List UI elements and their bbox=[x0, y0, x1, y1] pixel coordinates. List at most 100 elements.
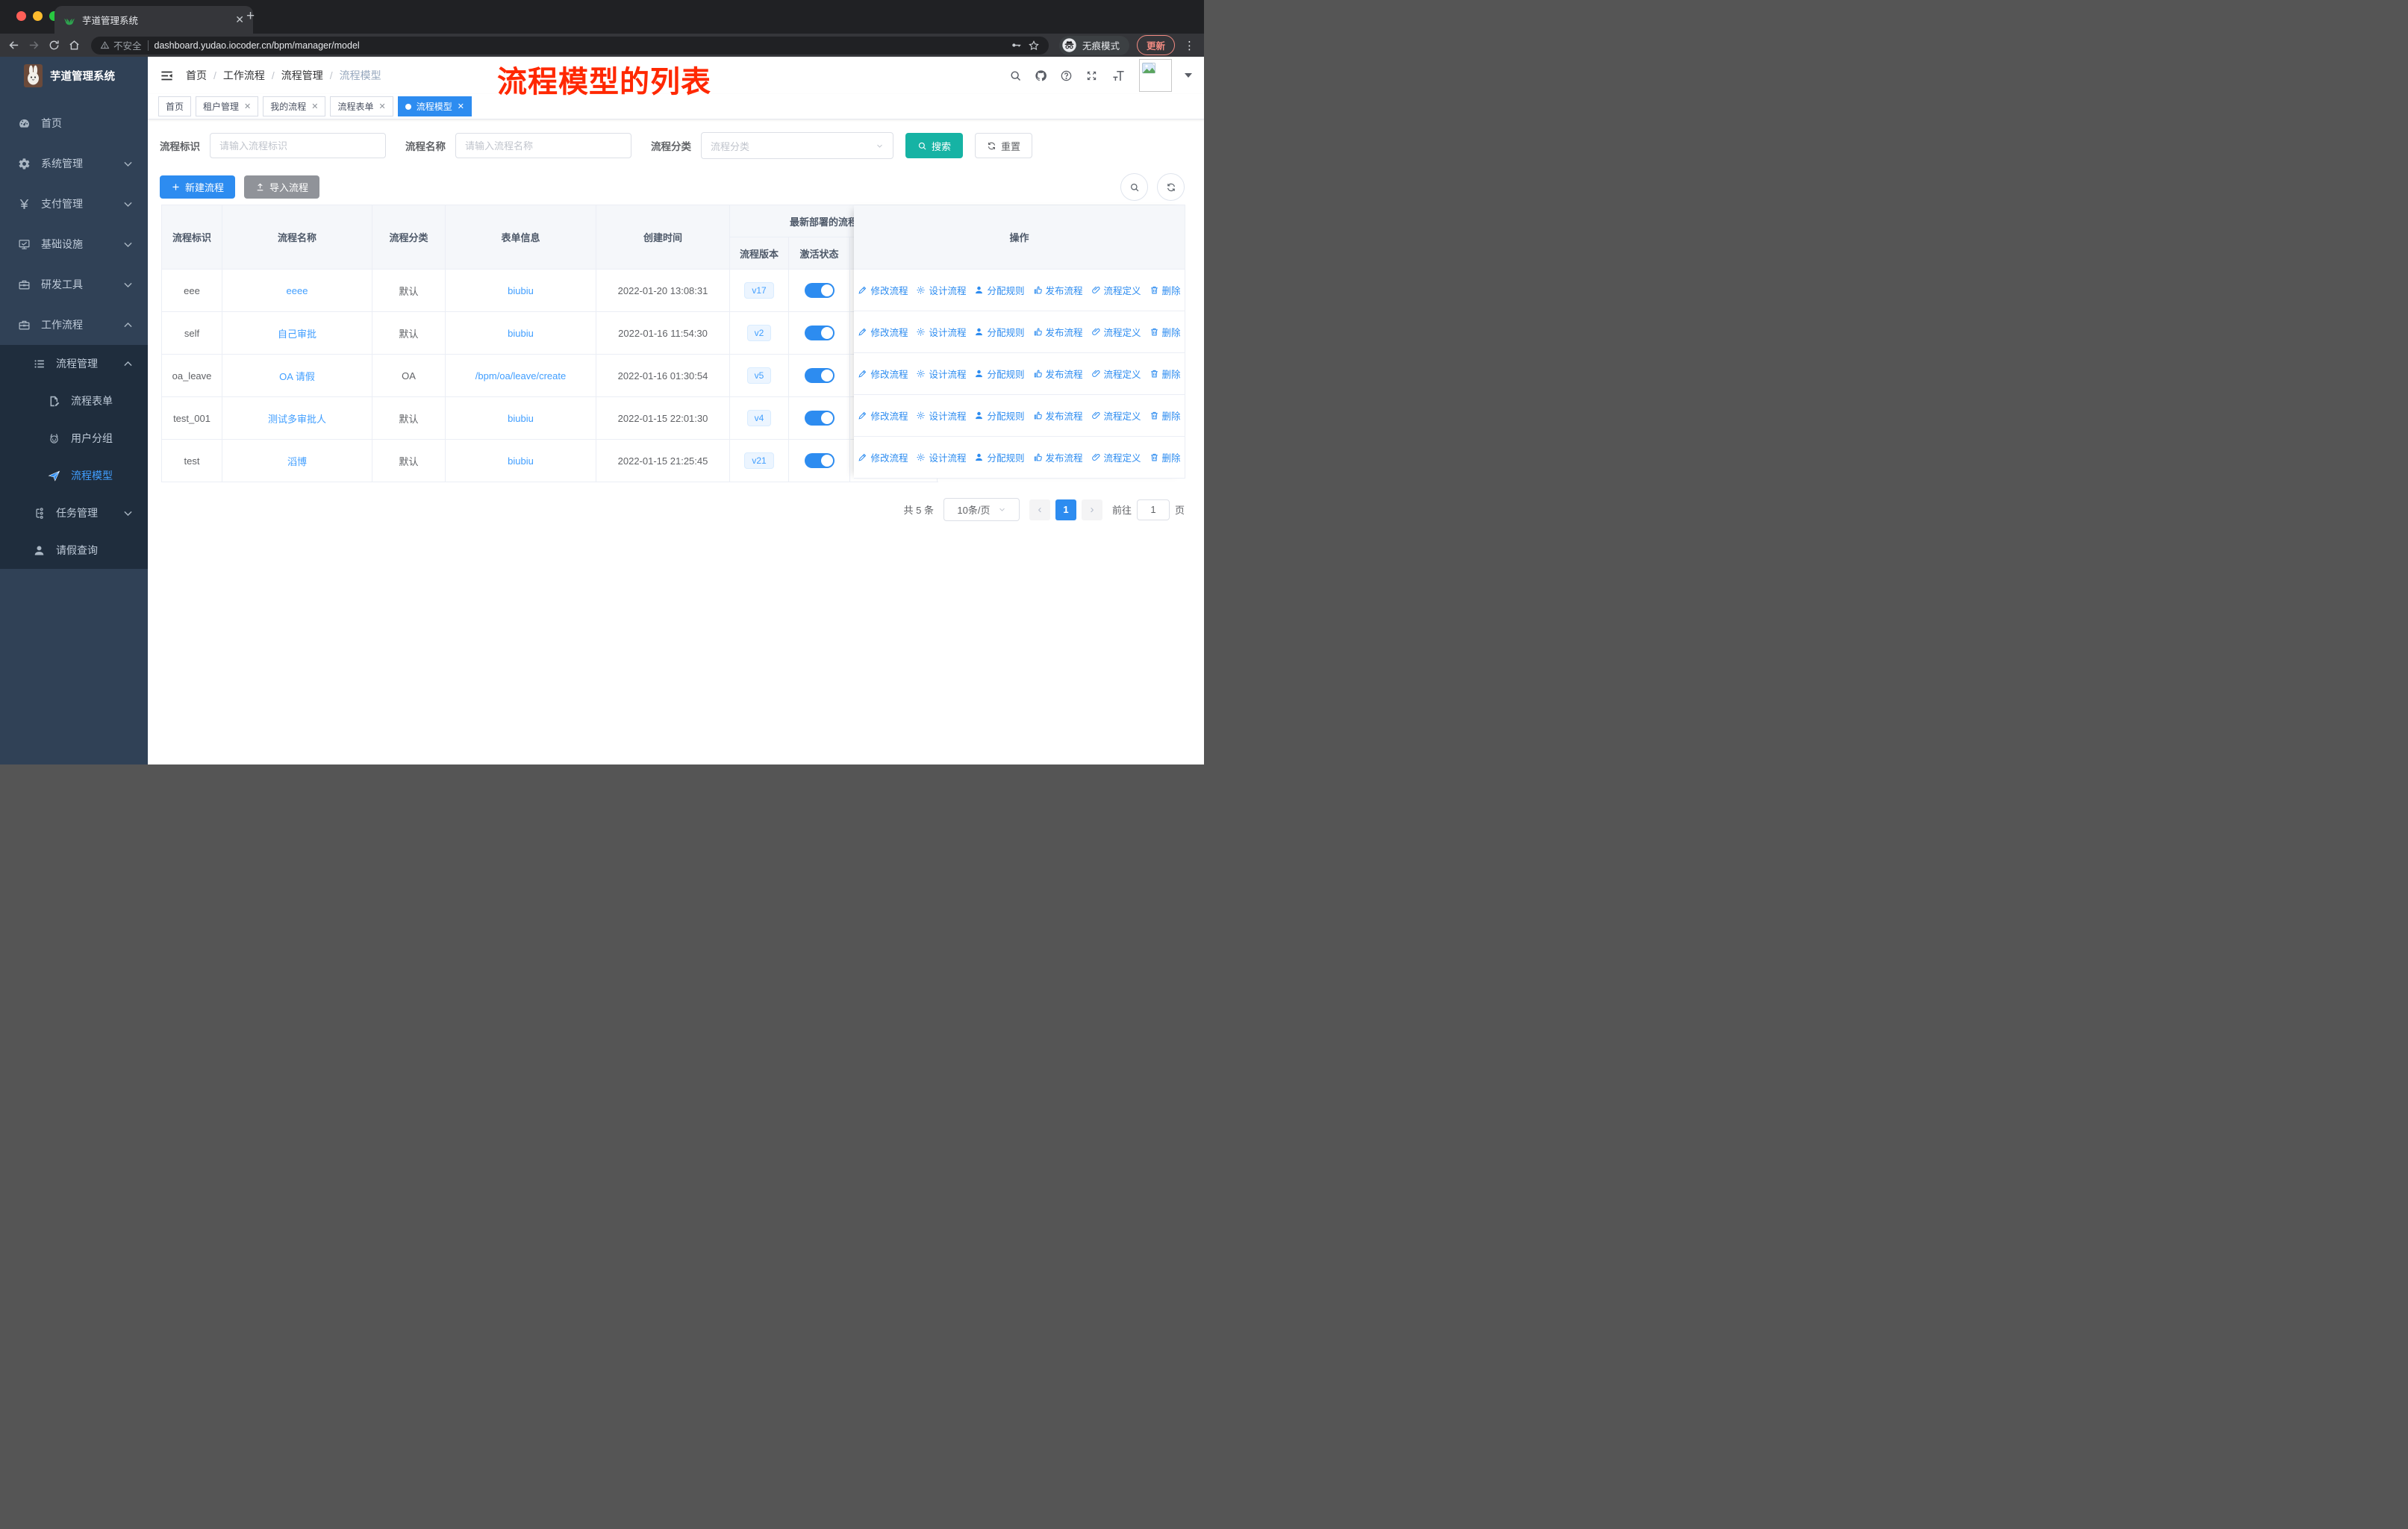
search-icon[interactable] bbox=[1009, 69, 1022, 82]
key-icon[interactable] bbox=[1011, 40, 1022, 51]
logo-row[interactable]: 芋道管理系统 bbox=[0, 57, 148, 94]
filter-key-input[interactable] bbox=[210, 133, 386, 158]
github-icon[interactable] bbox=[1035, 69, 1047, 82]
action-design-gear-link[interactable]: 设计流程 bbox=[916, 325, 966, 339]
page-size-select[interactable]: 10条/页 bbox=[943, 498, 1020, 521]
process-name-link[interactable]: 自己审批 bbox=[278, 326, 316, 340]
tag-4[interactable]: 流程模型 ✕ bbox=[397, 96, 472, 116]
sidebar-item-9[interactable]: 流程模型 bbox=[0, 457, 148, 494]
sidebar-item-0[interactable]: 首页 bbox=[0, 103, 148, 143]
active-status-toggle[interactable] bbox=[804, 368, 835, 383]
window-controls[interactable] bbox=[16, 11, 59, 21]
action-pen-link[interactable]: 修改流程 bbox=[858, 450, 908, 464]
sidebar-item-11[interactable]: 请假查询 bbox=[0, 532, 148, 569]
process-name-link[interactable]: OA 请假 bbox=[279, 369, 315, 383]
tab-close-icon[interactable]: ✕ bbox=[235, 13, 244, 26]
form-info-link[interactable]: biubiu bbox=[508, 455, 534, 467]
process-name-link[interactable]: eeee bbox=[287, 285, 308, 296]
form-info-link[interactable]: /bpm/oa/leave/create bbox=[475, 370, 566, 382]
fullscreen-icon[interactable] bbox=[1085, 69, 1098, 82]
form-info-link[interactable]: biubiu bbox=[508, 328, 534, 339]
tag-close-icon[interactable]: ✕ bbox=[311, 102, 318, 111]
reload-icon[interactable] bbox=[48, 39, 60, 52]
sidebar-item-10[interactable]: 任务管理 bbox=[0, 494, 148, 532]
bookmark-star-icon[interactable] bbox=[1028, 40, 1040, 52]
action-assign-user-link[interactable]: 分配规则 bbox=[974, 283, 1025, 297]
caret-down-icon[interactable] bbox=[1185, 73, 1192, 81]
process-name-link[interactable]: 测试多审批人 bbox=[268, 411, 326, 426]
forward-icon[interactable] bbox=[28, 39, 40, 52]
action-definition-link-link[interactable]: 流程定义 bbox=[1091, 325, 1141, 339]
action-definition-link-link[interactable]: 流程定义 bbox=[1091, 408, 1141, 423]
action-assign-user-link[interactable]: 分配规则 bbox=[974, 325, 1025, 339]
action-definition-link-link[interactable]: 流程定义 bbox=[1091, 283, 1141, 297]
action-pen-link[interactable]: 修改流程 bbox=[858, 408, 908, 423]
category-select[interactable]: 流程分类 bbox=[701, 132, 893, 159]
action-assign-user-link[interactable]: 分配规则 bbox=[974, 367, 1025, 381]
filter-name-input[interactable] bbox=[455, 133, 631, 158]
form-info-link[interactable]: biubiu bbox=[508, 285, 534, 296]
tag-1[interactable]: 租户管理 ✕ bbox=[196, 96, 259, 116]
action-publish-thumb-link[interactable]: 发布流程 bbox=[1033, 367, 1083, 381]
tag-close-icon[interactable]: ✕ bbox=[244, 102, 251, 111]
active-status-toggle[interactable] bbox=[804, 411, 835, 426]
help-icon[interactable] bbox=[1060, 69, 1073, 82]
action-definition-link-link[interactable]: 流程定义 bbox=[1091, 450, 1141, 464]
action-design-gear-link[interactable]: 设计流程 bbox=[916, 283, 966, 297]
process-name-link[interactable]: 滔博 bbox=[287, 454, 307, 468]
back-icon[interactable] bbox=[7, 39, 20, 52]
toggle-search-button[interactable] bbox=[1120, 173, 1148, 201]
action-pen-link[interactable]: 修改流程 bbox=[858, 367, 908, 381]
tag-close-icon[interactable]: ✕ bbox=[458, 102, 464, 111]
action-design-gear-link[interactable]: 设计流程 bbox=[916, 367, 966, 381]
sidebar-item-5[interactable]: 工作流程 bbox=[0, 305, 148, 345]
action-pen-link[interactable]: 修改流程 bbox=[858, 283, 908, 297]
form-info-link[interactable]: biubiu bbox=[508, 413, 534, 424]
sidebar-item-3[interactable]: 基础设施 bbox=[0, 224, 148, 264]
avatar[interactable] bbox=[1139, 59, 1172, 92]
font-size-icon[interactable] bbox=[1111, 69, 1126, 82]
sidebar-item-7[interactable]: 流程表单 bbox=[0, 382, 148, 420]
address-bar[interactable]: 不安全 dashboard.yudao.iocoder.cn/bpm/manag… bbox=[91, 36, 1049, 55]
browser-tab[interactable]: 芋道管理系统 ✕ bbox=[54, 6, 253, 34]
action-pen-link[interactable]: 修改流程 bbox=[858, 325, 908, 339]
active-status-toggle[interactable] bbox=[804, 283, 835, 298]
create-process-button[interactable]: 新建流程 bbox=[160, 175, 236, 199]
action-publish-thumb-link[interactable]: 发布流程 bbox=[1033, 408, 1083, 423]
action-trash-link[interactable]: 删除 bbox=[1150, 450, 1181, 464]
close-window-button[interactable] bbox=[16, 11, 26, 21]
sidebar-item-6[interactable]: 流程管理 bbox=[0, 345, 148, 382]
action-assign-user-link[interactable]: 分配规则 bbox=[974, 450, 1025, 464]
action-trash-link[interactable]: 删除 bbox=[1150, 283, 1181, 297]
import-process-button[interactable]: 导入流程 bbox=[244, 175, 320, 199]
sidebar-item-4[interactable]: 研发工具 bbox=[0, 264, 148, 305]
action-trash-link[interactable]: 删除 bbox=[1150, 408, 1181, 423]
action-publish-thumb-link[interactable]: 发布流程 bbox=[1033, 283, 1083, 297]
action-assign-user-link[interactable]: 分配规则 bbox=[974, 408, 1025, 423]
browser-menu-icon[interactable]: ⋮ bbox=[1184, 39, 1195, 52]
action-publish-thumb-link[interactable]: 发布流程 bbox=[1033, 450, 1083, 464]
tag-0[interactable]: 首页 bbox=[158, 96, 192, 116]
security-warning[interactable]: 不安全 bbox=[100, 38, 142, 52]
goto-page-input[interactable] bbox=[1136, 499, 1170, 520]
tag-3[interactable]: 流程表单 ✕ bbox=[330, 96, 393, 116]
sidebar-fold-icon[interactable] bbox=[160, 69, 174, 83]
home-icon[interactable] bbox=[68, 39, 81, 52]
sidebar-item-2[interactable]: 支付管理 bbox=[0, 184, 148, 224]
new-tab-button[interactable]: + bbox=[246, 9, 255, 23]
minimize-window-button[interactable] bbox=[33, 11, 43, 21]
prev-page-button[interactable]: ‹ bbox=[1029, 499, 1050, 520]
action-design-gear-link[interactable]: 设计流程 bbox=[916, 450, 966, 464]
active-status-toggle[interactable] bbox=[804, 326, 835, 340]
sidebar-item-8[interactable]: 用户分组 bbox=[0, 420, 148, 457]
tag-close-icon[interactable]: ✕ bbox=[379, 102, 386, 111]
reset-button[interactable]: 重置 bbox=[975, 133, 1033, 158]
action-publish-thumb-link[interactable]: 发布流程 bbox=[1033, 325, 1083, 339]
breadcrumb-item-2[interactable]: 流程管理 bbox=[281, 68, 323, 83]
sidebar-item-1[interactable]: 系统管理 bbox=[0, 143, 148, 184]
browser-update-button[interactable]: 更新 bbox=[1136, 35, 1175, 55]
action-definition-link-link[interactable]: 流程定义 bbox=[1091, 367, 1141, 381]
breadcrumb-item-1[interactable]: 工作流程 bbox=[223, 68, 265, 83]
tag-2[interactable]: 我的流程 ✕ bbox=[263, 96, 326, 116]
current-page-button[interactable]: 1 bbox=[1055, 499, 1076, 520]
